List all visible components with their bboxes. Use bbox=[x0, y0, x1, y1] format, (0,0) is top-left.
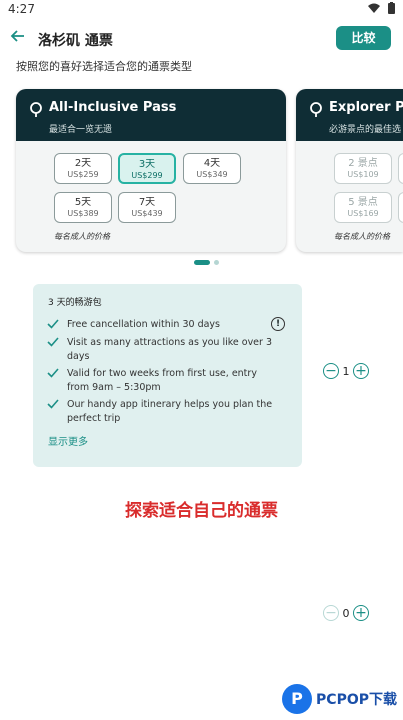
duration-option-2-days[interactable]: 2天 US$259 bbox=[54, 153, 112, 184]
minus-icon[interactable]: − bbox=[323, 363, 339, 379]
pass-card-subtitle: 最适合一览无遗 bbox=[49, 125, 113, 135]
plus-icon[interactable]: + bbox=[353, 605, 369, 621]
attractions-option-2[interactable]: 2 景点 US$109 bbox=[334, 153, 392, 184]
quantity-stepper: − 0 + bbox=[323, 605, 369, 621]
battery-icon bbox=[388, 2, 395, 14]
compare-button[interactable]: 比较 bbox=[336, 26, 391, 50]
feature-item: Free cancellation within 30 days bbox=[47, 318, 277, 332]
option-duration: 2天 bbox=[74, 158, 92, 169]
feature-text: Free cancellation within 30 days bbox=[67, 319, 220, 330]
status-time: 4:27 bbox=[8, 2, 35, 16]
watermark-text: PCPOP下载 bbox=[316, 692, 397, 708]
location-pin-icon bbox=[30, 102, 42, 117]
pass-card-all-inclusive[interactable]: All-Inclusive Pass 最适合一览无遗 2天 US$259 3天 … bbox=[16, 89, 286, 252]
option-duration: 4天 bbox=[203, 158, 221, 169]
plus-icon[interactable]: + bbox=[353, 363, 369, 379]
option-price: US$299 bbox=[131, 171, 163, 180]
pass-card-header: All-Inclusive Pass 最适合一览无遗 bbox=[16, 89, 286, 141]
check-icon bbox=[47, 319, 59, 329]
watermark: P PCPOP下载 bbox=[282, 684, 397, 714]
option-duration: 5 景点 bbox=[348, 197, 378, 208]
pager-dot[interactable] bbox=[214, 260, 219, 265]
option-duration: 5天 bbox=[74, 197, 92, 208]
feature-text: Valid for two weeks from first use, entr… bbox=[67, 368, 257, 393]
quantity-stepper: − 1 + bbox=[323, 363, 369, 379]
pass-card-title: All-Inclusive Pass bbox=[49, 100, 177, 115]
check-icon bbox=[47, 337, 59, 347]
duration-option-7-days[interactable]: 7天 US$439 bbox=[118, 192, 176, 223]
option-price: US$169 bbox=[347, 209, 379, 218]
duration-option-4-days[interactable]: 4天 US$349 bbox=[183, 153, 241, 184]
check-icon bbox=[47, 368, 59, 378]
attractions-option-partial[interactable] bbox=[398, 153, 403, 184]
option-price: US$439 bbox=[131, 209, 163, 218]
duration-option-5-days[interactable]: 5天 US$389 bbox=[54, 192, 112, 223]
feature-text: Visit as many attractions as you like ov… bbox=[67, 337, 273, 362]
wifi-icon bbox=[368, 3, 380, 13]
quantity-value: 0 bbox=[342, 606, 350, 620]
show-more-link[interactable]: 显示更多 bbox=[48, 433, 88, 448]
check-icon bbox=[47, 399, 59, 409]
quantity-value: 1 bbox=[342, 364, 350, 378]
feature-item: Valid for two weeks from first use, entr… bbox=[47, 367, 277, 395]
minus-icon[interactable]: − bbox=[323, 605, 339, 621]
page-title: 洛杉矶 通票 bbox=[38, 33, 113, 49]
feature-item: Visit as many attractions as you like ov… bbox=[47, 336, 277, 364]
option-duration: 2 景点 bbox=[348, 158, 378, 169]
price-note: 每名成人的价格 bbox=[334, 232, 390, 241]
back-arrow-icon[interactable] bbox=[10, 28, 30, 48]
pass-details-panel: 3 天的畅游包 ! Free cancellation within 30 da… bbox=[33, 284, 302, 467]
attractions-option-5[interactable]: 5 景点 US$169 bbox=[334, 192, 392, 223]
watermark-logo-icon: P bbox=[282, 684, 313, 714]
option-price: US$109 bbox=[347, 170, 379, 179]
option-price: US$349 bbox=[196, 170, 228, 179]
feature-item: Our handy app itinerary helps you plan t… bbox=[47, 398, 277, 426]
price-note: 每名成人的价格 bbox=[54, 232, 110, 241]
pass-card-header: Explorer Pass 必游景点的最佳选 bbox=[296, 89, 403, 141]
duration-option-3-days[interactable]: 3天 US$299 bbox=[118, 153, 176, 184]
option-price: US$259 bbox=[67, 170, 99, 179]
location-pin-icon bbox=[310, 102, 322, 117]
option-price: US$389 bbox=[67, 209, 99, 218]
details-title: 3 天的畅游包 bbox=[48, 298, 102, 308]
carousel-pager bbox=[194, 260, 219, 265]
page-subtitle: 按照您的喜好选择适合您的通票类型 bbox=[16, 60, 192, 73]
pass-card-subtitle: 必游景点的最佳选 bbox=[329, 125, 402, 135]
pass-card-explorer[interactable]: Explorer Pass 必游景点的最佳选 2 景点 US$109 5 景点 … bbox=[296, 89, 403, 252]
option-duration: 3天 bbox=[138, 159, 156, 170]
status-icons bbox=[368, 2, 395, 14]
pass-card-title: Explorer Pass bbox=[329, 100, 403, 115]
promo-text: 探索适合自己的通票 bbox=[125, 501, 278, 521]
feature-text: Our handy app itinerary helps you plan t… bbox=[67, 399, 273, 424]
option-duration: 7天 bbox=[138, 197, 156, 208]
attractions-option-partial[interactable] bbox=[398, 192, 403, 223]
pager-dot-active[interactable] bbox=[194, 260, 210, 265]
